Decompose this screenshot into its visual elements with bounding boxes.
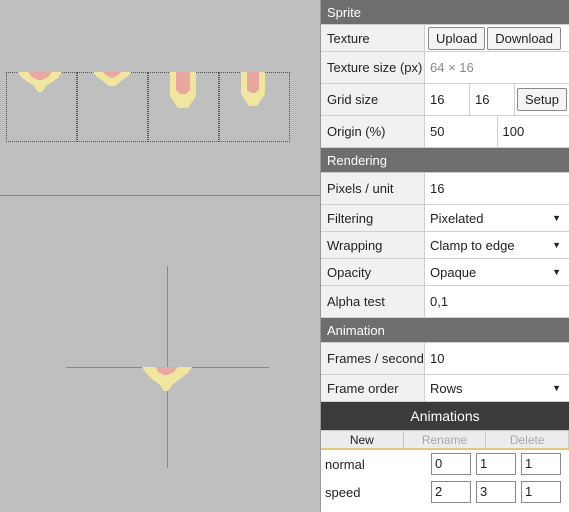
frame-order-select[interactable]: Rows ▼ bbox=[425, 375, 569, 401]
wrapping-label: Wrapping bbox=[321, 232, 425, 258]
filtering-value: Pixelated bbox=[430, 210, 484, 226]
row-fps: Frames / second 10 bbox=[321, 343, 569, 375]
animation-start-frame[interactable]: 2 bbox=[431, 481, 471, 503]
row-frame-order: Frame order Rows ▼ bbox=[321, 375, 569, 402]
animated-sprite-preview bbox=[142, 367, 192, 391]
fps-input[interactable]: 10 bbox=[425, 343, 569, 374]
origin-label: Origin (%) bbox=[321, 116, 425, 147]
frame-order-value: Rows bbox=[430, 380, 463, 396]
texture-label: Texture bbox=[321, 25, 425, 51]
row-filtering: Filtering Pixelated ▼ bbox=[321, 205, 569, 232]
row-wrapping: Wrapping Clamp to edge ▼ bbox=[321, 232, 569, 259]
row-texture: Texture Upload Download bbox=[321, 25, 569, 52]
filtering-select[interactable]: Pixelated ▼ bbox=[425, 205, 569, 231]
texture-size-value: 64 × 16 bbox=[430, 60, 474, 75]
sprite-frame-0 bbox=[18, 72, 62, 92]
animations-toolbar: New Rename Delete bbox=[321, 430, 569, 450]
upload-button[interactable]: Upload bbox=[428, 26, 486, 50]
dropdown-arrow-icon: ▼ bbox=[552, 383, 561, 393]
opacity-value: Opaque bbox=[430, 264, 477, 280]
row-alpha-test: Alpha test 0,1 bbox=[321, 286, 569, 318]
animation-end-frame[interactable]: 1 bbox=[476, 453, 516, 475]
grid-width-input[interactable]: 16 bbox=[425, 84, 470, 115]
download-button[interactable]: Download bbox=[487, 26, 562, 50]
alpha-test-label: Alpha test bbox=[321, 286, 425, 317]
section-header-rendering: Rendering bbox=[321, 148, 569, 173]
grid-size-label: Grid size bbox=[321, 84, 425, 115]
row-pixels-per-unit: Pixels / unit 16 bbox=[321, 173, 569, 205]
animation-speed[interactable]: 1 bbox=[521, 453, 561, 475]
wrapping-value: Clamp to edge bbox=[430, 237, 515, 253]
rename-animation-button[interactable]: Rename bbox=[403, 430, 487, 448]
animation-name: speed bbox=[325, 484, 361, 500]
animation-start-frame[interactable]: 0 bbox=[431, 453, 471, 475]
sprite-frame-1 bbox=[93, 72, 131, 86]
dropdown-arrow-icon: ▼ bbox=[552, 213, 561, 223]
texture-size-label: Texture size (px) bbox=[321, 52, 425, 83]
opacity-select[interactable]: Opaque ▼ bbox=[425, 259, 569, 285]
alpha-test-input[interactable]: 0,1 bbox=[425, 286, 569, 317]
grid-height-input[interactable]: 16 bbox=[470, 84, 515, 115]
dropdown-arrow-icon: ▼ bbox=[552, 267, 561, 277]
delete-animation-button[interactable]: Delete bbox=[486, 430, 569, 448]
filtering-label: Filtering bbox=[321, 205, 425, 231]
row-texture-size: Texture size (px) 64 × 16 bbox=[321, 52, 569, 84]
sprite-sheet-preview[interactable] bbox=[0, 0, 320, 195]
sprite-frame-2 bbox=[170, 72, 196, 108]
view-divider bbox=[0, 195, 320, 196]
row-origin: Origin (%) 50 100 bbox=[321, 116, 569, 148]
wrapping-select[interactable]: Clamp to edge ▼ bbox=[425, 232, 569, 258]
new-animation-button[interactable]: New bbox=[321, 430, 404, 448]
origin-y-input[interactable]: 100 bbox=[498, 116, 569, 147]
pixels-per-unit-input[interactable]: 16 bbox=[425, 173, 569, 204]
opacity-label: Opacity bbox=[321, 259, 425, 285]
setup-button[interactable]: Setup bbox=[517, 88, 567, 111]
animations-title: Animations bbox=[321, 402, 569, 430]
dropdown-arrow-icon: ▼ bbox=[552, 240, 561, 250]
section-header-sprite: Sprite bbox=[321, 0, 569, 25]
frame-order-label: Frame order bbox=[321, 375, 425, 401]
list-item[interactable]: normal 0 1 1 bbox=[321, 450, 569, 478]
properties-panel: Sprite Texture Upload Download Texture s… bbox=[320, 0, 569, 512]
animation-speed[interactable]: 1 bbox=[521, 481, 561, 503]
canvas-area[interactable] bbox=[0, 0, 320, 512]
animation-end-frame[interactable]: 3 bbox=[476, 481, 516, 503]
fps-label: Frames / second bbox=[321, 343, 425, 374]
row-grid-size: Grid size 16 16 Setup bbox=[321, 84, 569, 116]
pixels-per-unit-label: Pixels / unit bbox=[321, 173, 425, 204]
row-opacity: Opacity Opaque ▼ bbox=[321, 259, 569, 286]
sprite-frame-3 bbox=[241, 72, 265, 106]
animation-name: normal bbox=[325, 456, 365, 472]
origin-x-input[interactable]: 50 bbox=[425, 116, 498, 147]
section-header-animation: Animation bbox=[321, 318, 569, 343]
list-item[interactable]: speed 2 3 1 bbox=[321, 478, 569, 506]
